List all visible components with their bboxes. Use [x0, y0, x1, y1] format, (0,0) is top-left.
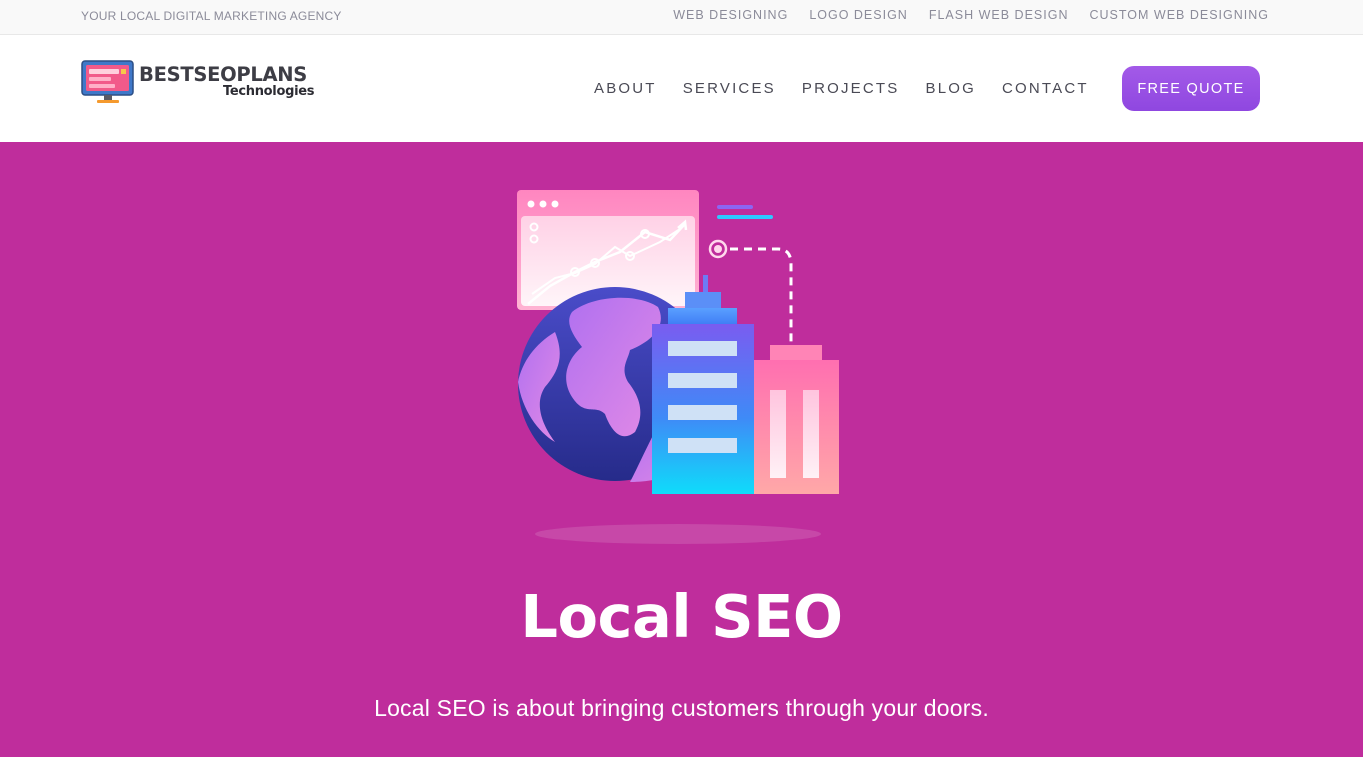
- agency-tagline: YOUR LOCAL DIGITAL MARKETING AGENCY: [81, 9, 342, 23]
- top-links: WEB DESIGNING LOGO DESIGN FLASH WEB DESI…: [673, 8, 1269, 22]
- nav-services[interactable]: SERVICES: [683, 80, 776, 97]
- top-link-web-designing[interactable]: WEB DESIGNING: [673, 8, 788, 22]
- nav-blog[interactable]: BLOG: [926, 80, 976, 97]
- logo-subtitle: Technologies: [223, 84, 315, 99]
- ground-shadow: [535, 524, 821, 544]
- nav-projects[interactable]: PROJECTS: [802, 80, 900, 97]
- top-link-custom-web-designing[interactable]: CUSTOM WEB DESIGNING: [1089, 8, 1269, 22]
- logo-wordmark: BESTSEOPLANS: [139, 63, 308, 86]
- local-seo-illustration: [517, 190, 839, 544]
- nav-contact[interactable]: CONTACT: [1002, 80, 1089, 97]
- site-logo[interactable]: BESTSEOPLANS Technologies: [81, 59, 321, 107]
- hero-section: Local SEO Local SEO is about bringing cu…: [0, 142, 1363, 757]
- nav-about[interactable]: ABOUT: [594, 80, 657, 97]
- top-link-logo-design[interactable]: LOGO DESIGN: [809, 8, 908, 22]
- hero-title: Local SEO: [520, 582, 843, 651]
- free-quote-button[interactable]: FREE QUOTE: [1122, 66, 1260, 111]
- top-bar: YOUR LOCAL DIGITAL MARKETING AGENCY WEB …: [0, 0, 1363, 35]
- hero-subtitle: Local SEO is about bringing customers th…: [374, 695, 989, 721]
- monitor-icon: [81, 60, 134, 103]
- top-link-flash-web-design[interactable]: FLASH WEB DESIGN: [929, 8, 1069, 22]
- main-header: BESTSEOPLANS Technologies ABOUT SERVICES…: [0, 35, 1363, 142]
- main-nav: ABOUT SERVICES PROJECTS BLOG CONTACT: [594, 80, 1089, 97]
